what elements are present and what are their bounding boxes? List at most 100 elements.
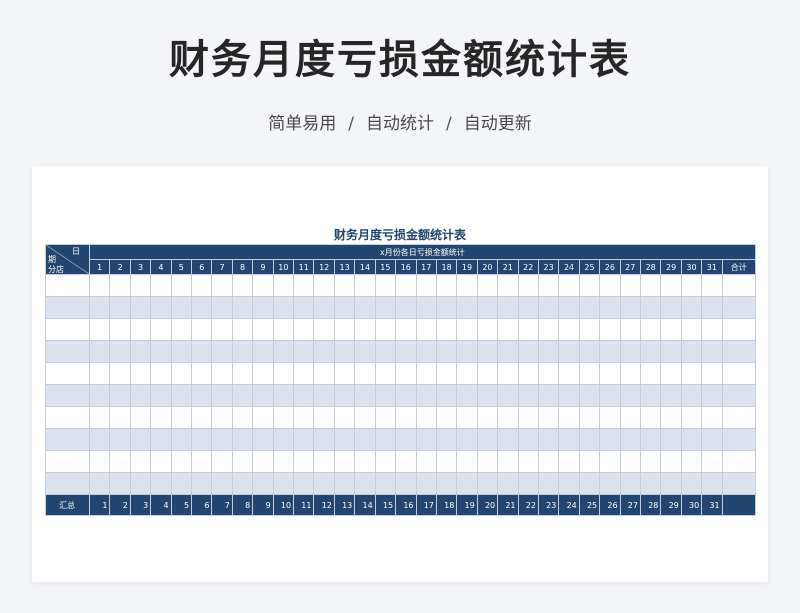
amount-cell[interactable] xyxy=(252,318,274,341)
amount-cell[interactable] xyxy=(558,450,580,473)
amount-cell[interactable] xyxy=(293,296,315,319)
amount-cell[interactable] xyxy=(558,428,580,451)
amount-cell[interactable] xyxy=(680,472,703,495)
amount-cell[interactable] xyxy=(701,274,723,297)
amount-cell[interactable] xyxy=(333,296,356,319)
amount-cell[interactable] xyxy=(231,362,254,385)
amount-cell[interactable] xyxy=(701,384,723,407)
amount-cell[interactable] xyxy=(231,450,254,473)
amount-cell[interactable] xyxy=(660,340,682,363)
amount-cell[interactable] xyxy=(497,472,519,495)
amount-cell[interactable] xyxy=(395,340,417,363)
amount-cell[interactable] xyxy=(272,296,295,319)
amount-cell[interactable] xyxy=(578,296,601,319)
amount-cell[interactable] xyxy=(476,450,499,473)
total-cell[interactable] xyxy=(721,318,756,341)
amount-cell[interactable] xyxy=(354,428,376,451)
amount-cell[interactable] xyxy=(211,340,233,363)
total-cell[interactable] xyxy=(721,340,756,363)
amount-cell[interactable] xyxy=(497,296,519,319)
amount-cell[interactable] xyxy=(415,296,437,319)
amount-cell[interactable] xyxy=(333,274,356,297)
amount-cell[interactable] xyxy=(211,406,233,429)
amount-cell[interactable] xyxy=(293,472,315,495)
amount-cell[interactable] xyxy=(476,384,499,407)
amount-cell[interactable] xyxy=(578,406,601,429)
amount-cell[interactable] xyxy=(88,274,111,297)
amount-cell[interactable] xyxy=(170,274,193,297)
amount-cell[interactable] xyxy=(517,384,539,407)
amount-cell[interactable] xyxy=(109,384,131,407)
amount-cell[interactable] xyxy=(497,318,519,341)
amount-cell[interactable] xyxy=(599,428,621,451)
amount-cell[interactable] xyxy=(170,296,193,319)
amount-cell[interactable] xyxy=(456,340,478,363)
amount-cell[interactable] xyxy=(191,406,213,429)
amount-cell[interactable] xyxy=(170,318,193,341)
amount-cell[interactable] xyxy=(150,274,172,297)
amount-cell[interactable] xyxy=(476,274,499,297)
amount-cell[interactable] xyxy=(354,274,376,297)
shop-cell[interactable] xyxy=(45,296,90,319)
summary-total-cell[interactable] xyxy=(721,494,756,516)
amount-cell[interactable] xyxy=(252,472,274,495)
amount-cell[interactable] xyxy=(537,362,560,385)
amount-cell[interactable] xyxy=(354,296,376,319)
amount-cell[interactable] xyxy=(231,340,254,363)
amount-cell[interactable] xyxy=(639,406,662,429)
total-cell[interactable] xyxy=(721,362,756,385)
amount-cell[interactable] xyxy=(599,384,621,407)
amount-cell[interactable] xyxy=(517,340,539,363)
amount-cell[interactable] xyxy=(517,428,539,451)
amount-cell[interactable] xyxy=(456,274,478,297)
amount-cell[interactable] xyxy=(313,274,335,297)
amount-cell[interactable] xyxy=(150,472,172,495)
amount-cell[interactable] xyxy=(231,318,254,341)
amount-cell[interactable] xyxy=(497,362,519,385)
amount-cell[interactable] xyxy=(191,318,213,341)
amount-cell[interactable] xyxy=(272,428,295,451)
amount-cell[interactable] xyxy=(639,340,662,363)
amount-cell[interactable] xyxy=(211,428,233,451)
amount-cell[interactable] xyxy=(537,428,560,451)
amount-cell[interactable] xyxy=(558,472,580,495)
amount-cell[interactable] xyxy=(476,340,499,363)
amount-cell[interactable] xyxy=(639,362,662,385)
amount-cell[interactable] xyxy=(354,318,376,341)
amount-cell[interactable] xyxy=(293,362,315,385)
amount-cell[interactable] xyxy=(293,384,315,407)
amount-cell[interactable] xyxy=(517,472,539,495)
amount-cell[interactable] xyxy=(395,428,417,451)
amount-cell[interactable] xyxy=(129,274,152,297)
amount-cell[interactable] xyxy=(619,274,641,297)
amount-cell[interactable] xyxy=(272,450,295,473)
amount-cell[interactable] xyxy=(660,274,682,297)
amount-cell[interactable] xyxy=(374,274,397,297)
amount-cell[interactable] xyxy=(272,318,295,341)
amount-cell[interactable] xyxy=(191,428,213,451)
amount-cell[interactable] xyxy=(435,362,458,385)
amount-cell[interactable] xyxy=(578,384,601,407)
total-cell[interactable] xyxy=(721,428,756,451)
amount-cell[interactable] xyxy=(599,406,621,429)
amount-cell[interactable] xyxy=(211,472,233,495)
shop-cell[interactable] xyxy=(45,450,90,473)
shop-cell[interactable] xyxy=(45,406,90,429)
amount-cell[interactable] xyxy=(619,384,641,407)
amount-cell[interactable] xyxy=(639,318,662,341)
amount-cell[interactable] xyxy=(456,406,478,429)
amount-cell[interactable] xyxy=(415,274,437,297)
amount-cell[interactable] xyxy=(109,450,131,473)
amount-cell[interactable] xyxy=(599,472,621,495)
amount-cell[interactable] xyxy=(435,296,458,319)
amount-cell[interactable] xyxy=(191,362,213,385)
amount-cell[interactable] xyxy=(88,340,111,363)
amount-cell[interactable] xyxy=(272,472,295,495)
amount-cell[interactable] xyxy=(599,340,621,363)
amount-cell[interactable] xyxy=(517,296,539,319)
amount-cell[interactable] xyxy=(639,428,662,451)
amount-cell[interactable] xyxy=(191,472,213,495)
amount-cell[interactable] xyxy=(497,274,519,297)
amount-cell[interactable] xyxy=(680,296,703,319)
amount-cell[interactable] xyxy=(109,274,131,297)
